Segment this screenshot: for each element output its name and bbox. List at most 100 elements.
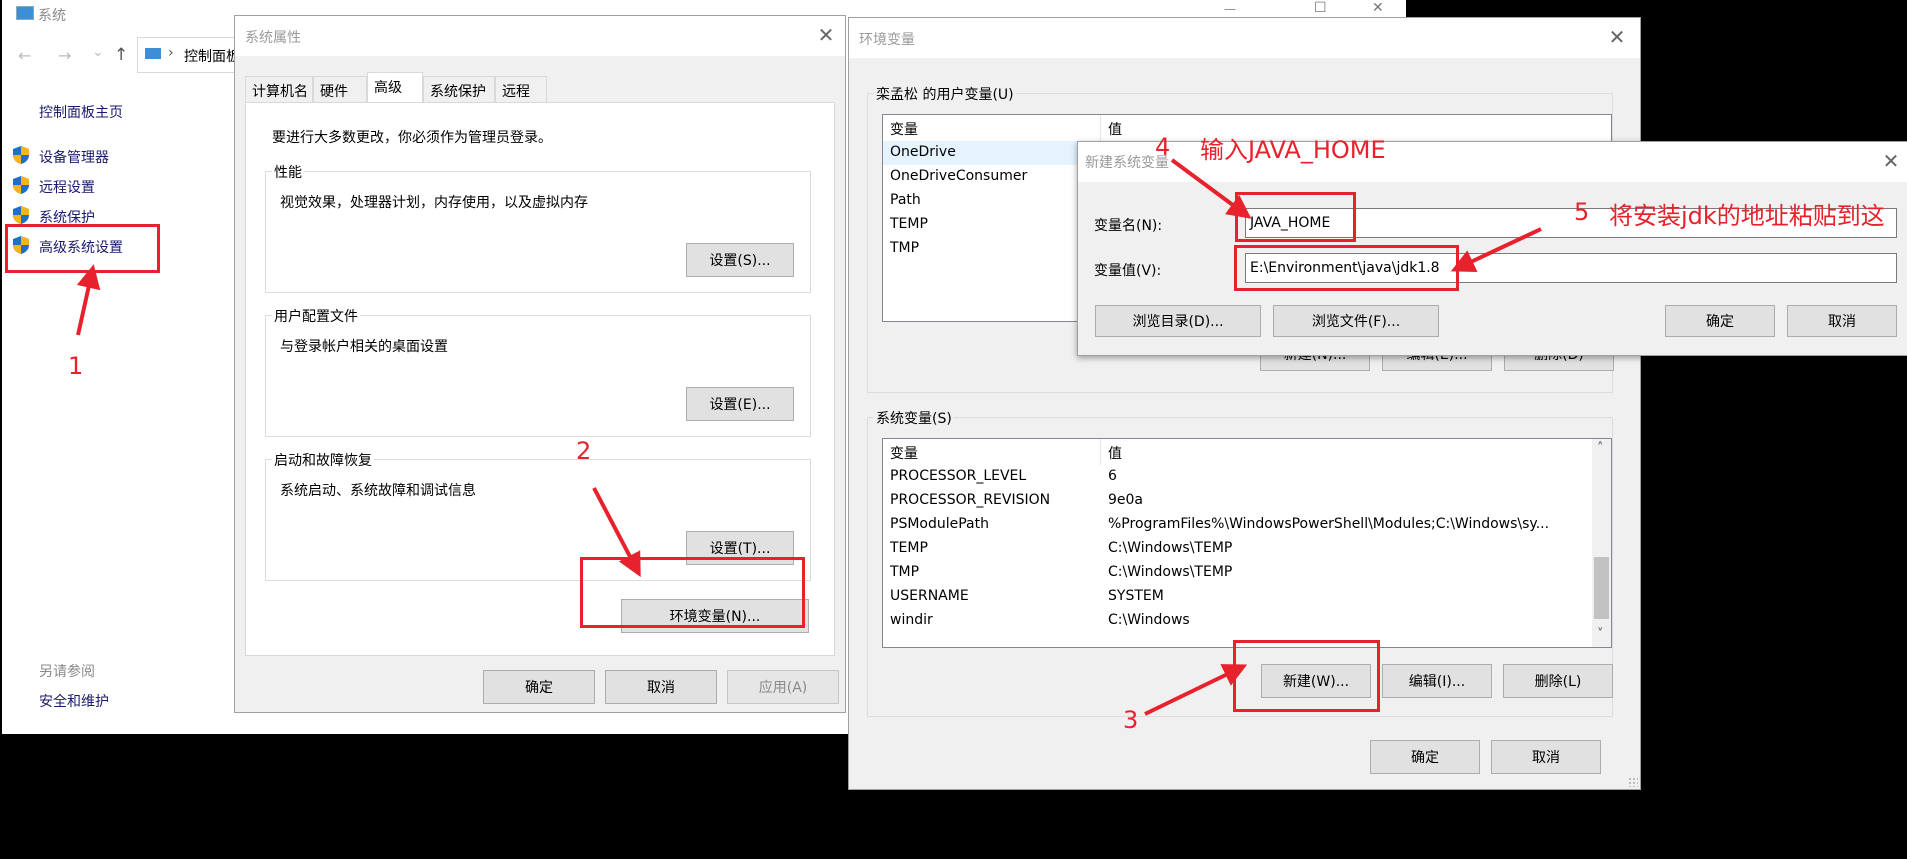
sidebar-item-label[interactable]: 设备管理器: [39, 147, 109, 167]
see-also-label: 另请参阅: [39, 664, 95, 680]
var-name: PSModulePath: [890, 516, 989, 532]
button-label: 设置(T)...: [709, 541, 771, 557]
tab-system-protection[interactable]: 系统保护: [423, 76, 495, 102]
breadcrumb-chevron-icon: ›: [168, 45, 174, 61]
tab-label: 高级: [374, 80, 402, 96]
button-label: 取消: [1532, 750, 1560, 766]
column-divider[interactable]: [1100, 439, 1101, 465]
resize-grip-icon[interactable]: [1628, 777, 1638, 787]
group-description: 视觉效果，处理器计划，内存使用，以及虚拟内存: [280, 195, 588, 211]
button-label: 确定: [1411, 750, 1439, 766]
scroll-up-arrow-icon[interactable]: ˄: [1597, 441, 1604, 456]
system-variables-group: 系统变量(S) 变量 值 PROCESSOR_LEVEL 6 PROCESSOR_…: [867, 408, 1613, 717]
tab-computer-name[interactable]: 计算机名: [245, 76, 313, 102]
variable-name-input[interactable]: JAVA_HOME: [1245, 208, 1897, 238]
scroll-down-arrow-icon[interactable]: ˅: [1597, 627, 1604, 642]
breadcrumb-control-panel[interactable]: 控制面板: [184, 46, 240, 66]
button-label: 浏览目录(D)...: [1132, 314, 1224, 330]
system-properties-dialog: 系统属性 ✕ 计算机名 硬件 高级 系统保护 远程 要进行大多数更改，你必须作为…: [234, 15, 846, 713]
list-header: 变量 值: [883, 115, 1611, 141]
cancel-button[interactable]: 取消: [1787, 305, 1897, 337]
column-divider[interactable]: [1100, 115, 1101, 141]
button-label: 浏览文件(F)...: [1311, 314, 1401, 330]
variable-value-label: 变量值(V):: [1094, 263, 1162, 279]
control-panel-home-link[interactable]: 控制面板主页: [39, 102, 123, 122]
system-delete-button[interactable]: 删除(L): [1503, 664, 1613, 698]
var-name: TMP: [890, 240, 920, 256]
new-system-variable-dialog: 新建系统变量 ✕ 变量名(N): JAVA_HOME 变量值(V): E:\En…: [1077, 141, 1907, 356]
up-button[interactable]: ↑: [114, 45, 128, 65]
browse-file-button[interactable]: 浏览文件(F)...: [1273, 305, 1439, 337]
column-header-value[interactable]: 值: [1108, 119, 1122, 139]
sidebar-item-label[interactable]: 高级系统设置: [39, 237, 123, 257]
uac-shield-icon: [13, 236, 29, 254]
maximize-button[interactable]: ☐: [1314, 0, 1327, 16]
forward-button[interactable]: →: [58, 46, 71, 65]
tab-panel: 要进行大多数更改，你必须作为管理员登录。 性能 视觉效果，处理器计划，内存使用，…: [245, 102, 835, 656]
back-button[interactable]: ←: [18, 46, 31, 65]
computer-icon: [145, 48, 161, 59]
var-name: PROCESSOR_REVISION: [890, 492, 1051, 508]
tab-advanced[interactable]: 高级: [367, 72, 423, 102]
list-item[interactable]: PROCESSOR_LEVEL 6: [883, 465, 1591, 489]
close-icon[interactable]: ✕: [1880, 150, 1902, 172]
button-label: 新建(W)...: [1282, 674, 1350, 690]
column-header-variable[interactable]: 变量: [890, 443, 918, 463]
var-value: %ProgramFiles%\WindowsPowerShell\Modules…: [1108, 516, 1550, 532]
cancel-button[interactable]: 取消: [605, 670, 717, 704]
var-name: TEMP: [890, 216, 928, 232]
column-header-variable[interactable]: 变量: [890, 119, 918, 139]
system-variables-list[interactable]: 变量 值 PROCESSOR_LEVEL 6 PROCESSOR_REVISION…: [882, 438, 1612, 648]
ok-button[interactable]: 确定: [483, 670, 595, 704]
titlebar: 新建系统变量 ✕: [1078, 142, 1907, 182]
list-item[interactable]: PSModulePath %ProgramFiles%\WindowsPowerS…: [883, 513, 1591, 537]
startup-recovery-settings-button[interactable]: 设置(T)...: [686, 531, 794, 565]
close-icon[interactable]: ✕: [815, 24, 837, 46]
uac-shield-icon: [13, 146, 29, 164]
var-value: SYSTEM: [1108, 588, 1164, 604]
user-profiles-settings-button[interactable]: 设置(E)...: [686, 387, 794, 421]
cancel-button[interactable]: 取消: [1491, 740, 1601, 774]
button-label: 设置(S)...: [709, 253, 771, 269]
var-name: TMP: [890, 564, 920, 580]
button-label: 应用(A): [758, 680, 808, 696]
button-label: 取消: [1828, 314, 1856, 330]
list-item[interactable]: USERNAME SYSTEM: [883, 585, 1591, 609]
scrollbar-thumb[interactable]: [1594, 557, 1609, 619]
tab-remote[interactable]: 远程: [495, 76, 547, 102]
list-item[interactable]: TEMP C:\Windows\TEMP: [883, 537, 1591, 561]
close-button[interactable]: ✕: [1372, 0, 1384, 16]
variable-value-input[interactable]: E:\Environment\java\jdk1.8: [1245, 253, 1897, 283]
list-item[interactable]: PROCESSOR_REVISION 9e0a: [883, 489, 1591, 513]
ok-button[interactable]: 确定: [1370, 740, 1480, 774]
security-maintenance-link[interactable]: 安全和维护: [39, 691, 109, 711]
minimize-button[interactable]: —: [1224, 2, 1236, 16]
environment-variables-button[interactable]: 环境变量(N)...: [621, 599, 809, 633]
close-icon[interactable]: ✕: [1606, 26, 1628, 48]
tab-label: 计算机名: [252, 84, 308, 100]
system-new-button[interactable]: 新建(W)...: [1261, 664, 1371, 698]
sidebar-item-label[interactable]: 系统保护: [39, 207, 95, 227]
startup-recovery-group: 启动和故障恢复 系统启动、系统故障和调试信息 设置(T)...: [265, 450, 811, 581]
titlebar: 系统属性 ✕: [235, 16, 845, 56]
list-item[interactable]: windir C:\Windows: [883, 609, 1591, 633]
tab-label: 远程: [502, 84, 530, 100]
group-label: 性能: [272, 162, 304, 182]
system-edit-button[interactable]: 编辑(I)...: [1382, 664, 1492, 698]
ok-button[interactable]: 确定: [1665, 305, 1775, 337]
browse-directory-button[interactable]: 浏览目录(D)...: [1095, 305, 1261, 337]
group-label: 用户配置文件: [272, 306, 360, 326]
performance-settings-button[interactable]: 设置(S)...: [686, 243, 794, 277]
tab-label: 系统保护: [430, 84, 486, 100]
group-label: 栾孟松 的用户变量(U): [874, 84, 1016, 104]
list-item[interactable]: TMP C:\Windows\TEMP: [883, 561, 1591, 585]
dialog-title: 环境变量: [859, 32, 915, 48]
column-header-value[interactable]: 值: [1108, 443, 1122, 463]
sidebar-item-label[interactable]: 远程设置: [39, 177, 95, 197]
vertical-scrollbar[interactable]: ˄ ˅: [1592, 439, 1611, 647]
var-value: C:\Windows\TEMP: [1108, 564, 1233, 580]
tab-hardware[interactable]: 硬件: [313, 76, 367, 102]
apply-button[interactable]: 应用(A): [727, 670, 839, 704]
group-label: 系统变量(S): [874, 408, 954, 428]
recent-locations-button[interactable]: ⌄: [92, 44, 104, 60]
